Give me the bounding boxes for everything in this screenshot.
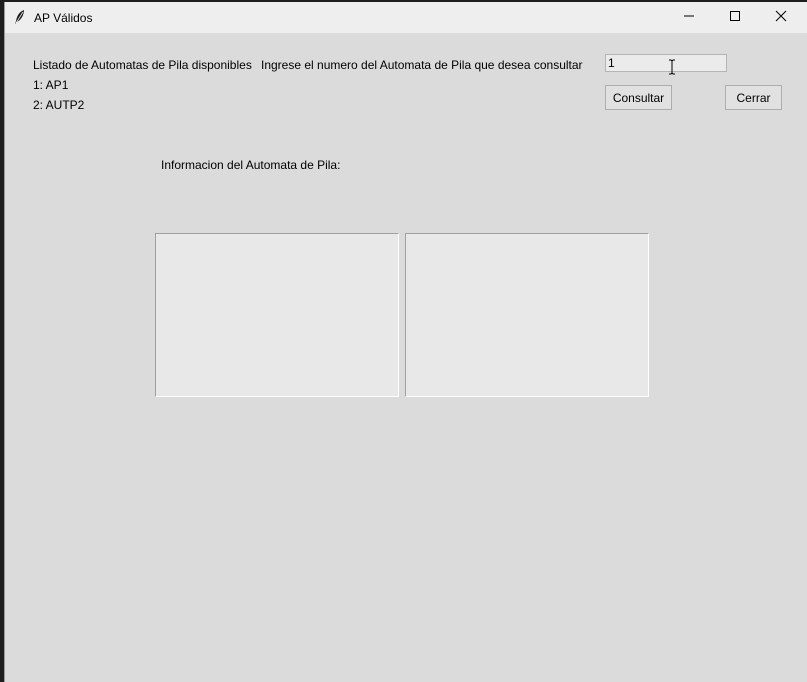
automata-number-input[interactable]: 1	[605, 54, 727, 72]
maximize-icon	[729, 9, 741, 27]
list-heading: Listado de Automatas de Pila disponibles	[33, 58, 252, 72]
maximize-button[interactable]	[712, 2, 758, 33]
info-panel-right[interactable]	[405, 233, 649, 397]
close-button[interactable]	[758, 2, 804, 33]
prompt-label: Ingrese el numero del Automata de Pila q…	[261, 58, 583, 72]
close-icon	[775, 9, 787, 27]
text-cursor-icon	[668, 59, 676, 75]
feather-icon	[13, 9, 27, 25]
minimize-icon	[683, 9, 695, 27]
list-item-ap1: 1: AP1	[33, 78, 69, 92]
app-window: AP Válidos Listado de Automatas de Pila …	[4, 2, 807, 682]
title-bar[interactable]: AP Válidos	[5, 2, 807, 33]
minimize-button[interactable]	[666, 2, 712, 33]
info-label: Informacion del Automata de Pila:	[161, 158, 341, 172]
list-item-autp2: 2: AUTP2	[33, 98, 85, 112]
info-panel-left[interactable]	[155, 233, 399, 397]
window-title: AP Válidos	[34, 11, 93, 25]
consultar-button[interactable]: Consultar	[605, 85, 672, 110]
cerrar-button[interactable]: Cerrar	[725, 85, 782, 110]
